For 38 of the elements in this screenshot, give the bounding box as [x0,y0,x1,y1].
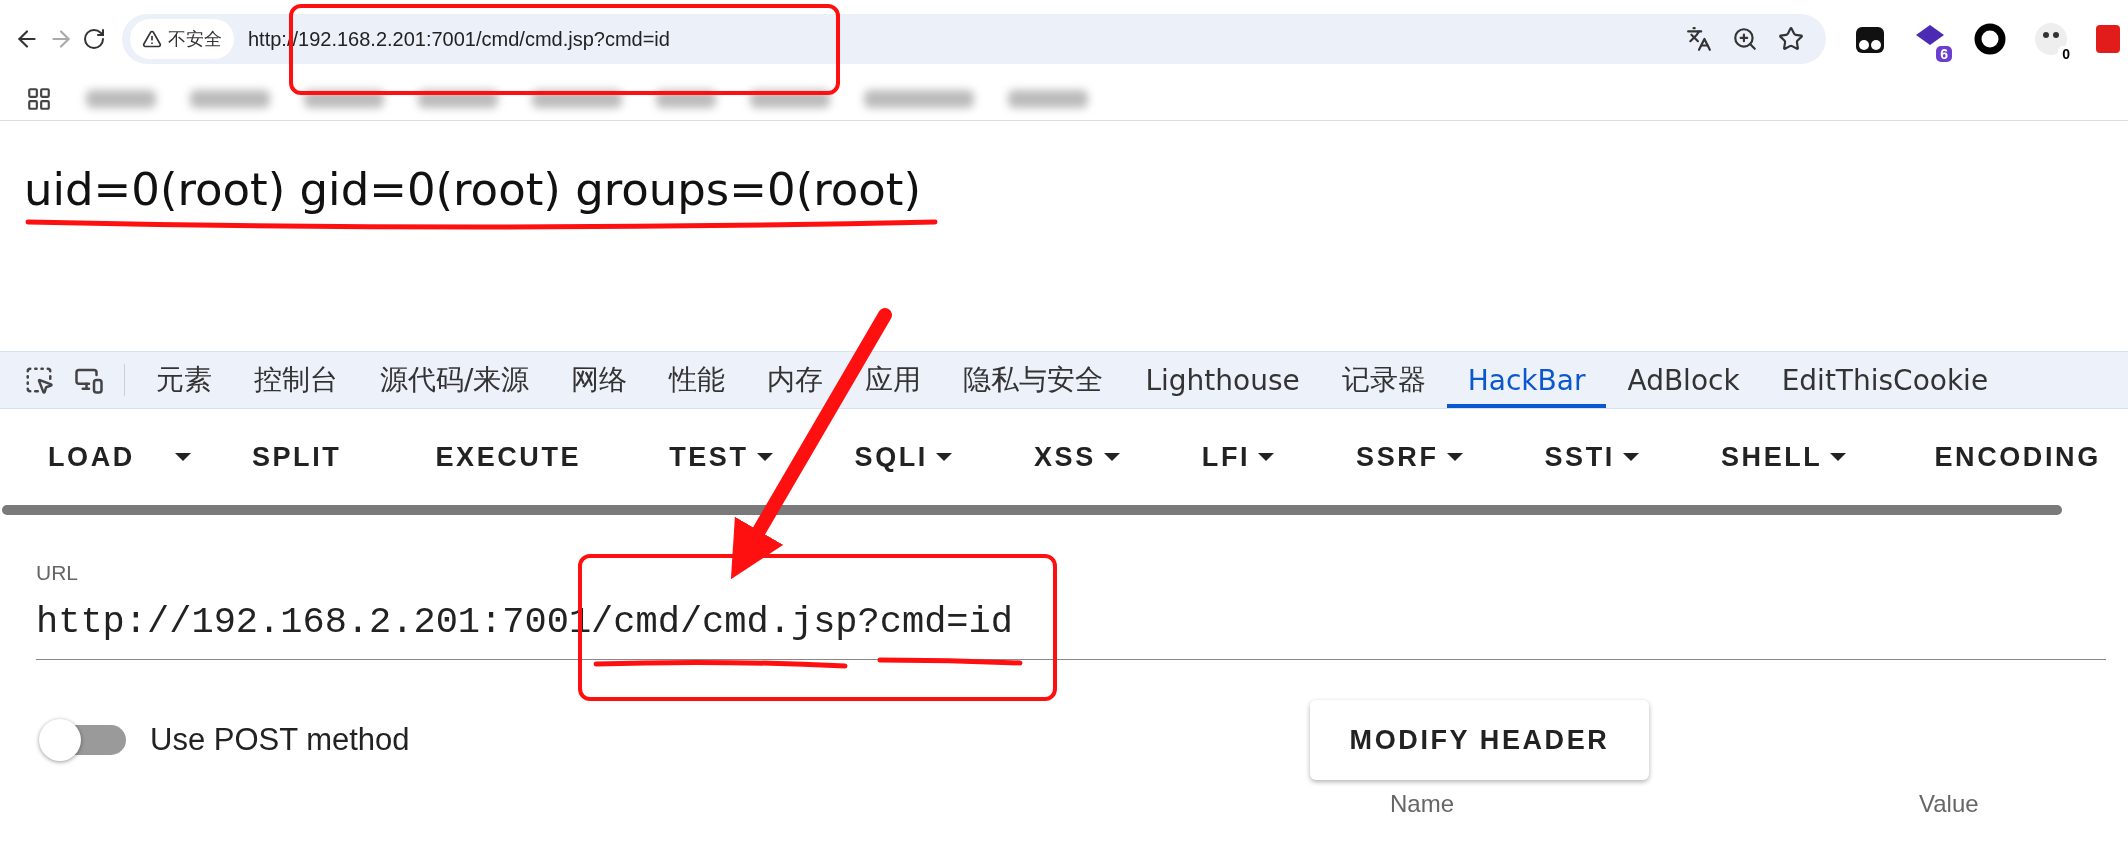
hackbar-button[interactable]: SPLIT [204,431,389,483]
command-output: uid=0(root) gid=0(root) groups=0(root) [24,163,921,216]
hackbar-button[interactable]: LOAD [22,431,161,483]
devtools-tab[interactable]: 内存 [746,352,845,408]
hackbar-menu-button[interactable]: SHELL [1679,431,1888,483]
hackbar-menu-button[interactable]: SQLI [813,431,993,483]
hackbar-menu-button[interactable]: TEST [628,431,814,483]
devtools-tab[interactable]: 源代码/来源 [359,352,551,408]
hackbar-menu-button[interactable]: SSTI [1503,431,1680,483]
devtools-tab[interactable]: AdBlock [1606,352,1761,408]
hackbar-menu-button[interactable]: XSS [992,431,1161,483]
hackbar-menu-button[interactable]: LFI [1160,431,1316,483]
column-heading: Name [1390,790,1455,818]
devtools-tab[interactable]: Lighthouse [1124,352,1321,408]
apps-icon[interactable] [26,86,52,112]
extension-badge: 6 [1936,46,1952,62]
hackbar-menu-button[interactable]: SSRF [1315,431,1504,483]
modify-header-button[interactable]: MODIFY HEADER [1309,700,1650,780]
devtools-tab[interactable]: 应用 [844,352,943,408]
devtools-tab[interactable]: 性能 [648,352,747,408]
warning-icon [142,29,162,49]
scrollbar-thumb[interactable] [2,505,2062,515]
field-label: URL [36,561,78,585]
hackbar-button[interactable]: ENCODING [1887,431,2128,483]
hackbar-button[interactable]: EXECUTE [388,431,629,483]
devtools-tab[interactable]: 元素 [135,352,233,408]
devtools-tab[interactable]: 隐私与安全 [942,352,1125,408]
devtools-tab[interactable]: 网络 [550,352,649,408]
toggle-switch[interactable] [38,718,126,762]
extension-icon[interactable] [1974,23,2006,55]
column-heading: Value [1919,790,1979,818]
reload-icon [82,27,106,51]
security-chip[interactable]: 不安全 [130,19,234,59]
devtools-tab[interactable]: HackBar [1446,352,1607,408]
devtools-tab[interactable]: 控制台 [233,352,359,408]
devtools-tab[interactable]: 记录器 [1320,352,1447,408]
devtools-tab[interactable]: EditThisCookie [1760,352,2010,408]
toggle-label: Use POST method [150,722,410,758]
